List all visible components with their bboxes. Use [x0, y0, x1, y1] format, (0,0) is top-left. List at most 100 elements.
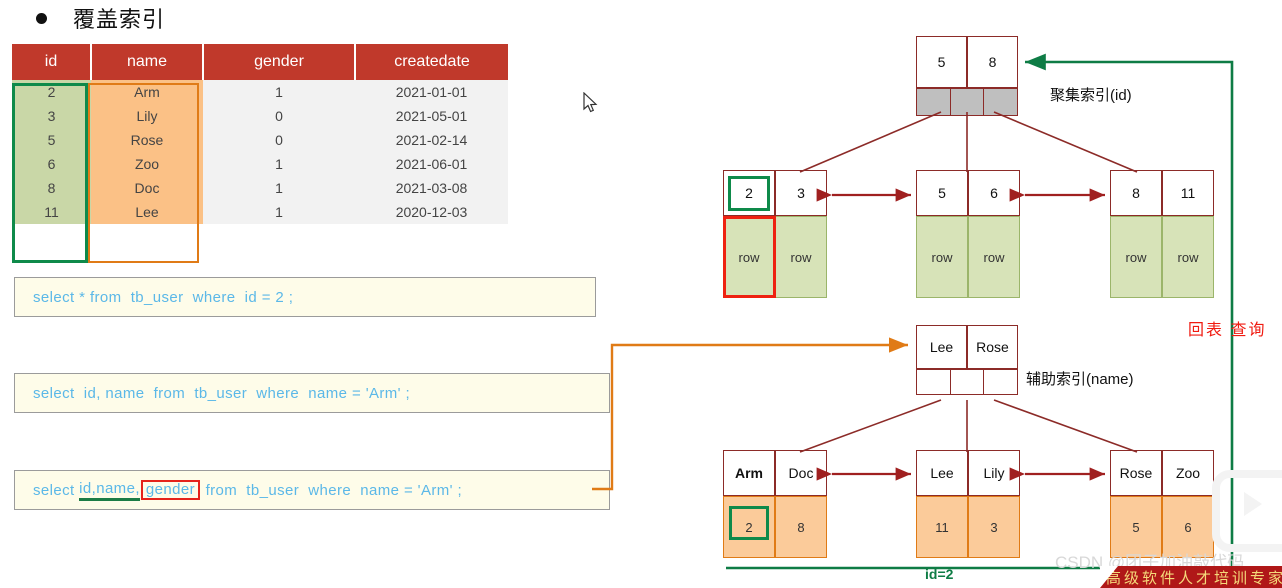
sql-text-3-boxed-gender: gender — [140, 480, 200, 500]
cell-id: 6 — [12, 152, 91, 176]
secondary-leaf-pk: 3 — [968, 496, 1020, 558]
table-row: 2 Arm 1 2021-01-01 — [12, 80, 508, 104]
column-header-id: id — [12, 44, 92, 80]
cell-name: Lee — [91, 200, 203, 224]
banner-notch — [1100, 566, 1118, 588]
clustered-leaf-node-3: 8 11 row row — [1110, 170, 1214, 298]
cell-createdate: 2021-03-08 — [355, 176, 508, 200]
edge-secondary-root-to-leaf1 — [799, 399, 942, 453]
clustered-leaf-key: 6 — [968, 170, 1020, 216]
table-row: 11 Lee 1 2020-12-03 — [12, 200, 508, 224]
edge-clustered-root-to-leaf1 — [799, 111, 942, 173]
cell-id: 11 — [12, 200, 91, 224]
sql-text-3-suffix: from tb_user where name = 'Arm' ; — [201, 481, 463, 499]
clustered-leaf-key: 5 — [916, 170, 968, 216]
clustered-leaf-key: 11 — [1162, 170, 1214, 216]
sql-statement-1: select * from tb_user where id = 2 ; — [14, 277, 596, 317]
secondary-leaf-key: Doc — [775, 450, 827, 496]
table-row: 8 Doc 1 2021-03-08 — [12, 176, 508, 200]
sql-text-2: select id, name from tb_user where name … — [33, 384, 411, 402]
banner-text: 高级软件人才培训专家 — [1106, 570, 1282, 587]
secondary-leaf-key: Zoo — [1162, 450, 1214, 496]
highlight-clustered-row-2 — [723, 216, 776, 298]
clustered-root-key: 8 — [967, 36, 1018, 88]
cell-id: 8 — [12, 176, 91, 200]
sql-statement-2: select id, name from tb_user where name … — [14, 373, 610, 413]
clustered-leaf-row: row — [775, 216, 827, 298]
sql-text-3-underlined: id,name, — [79, 480, 140, 501]
table-row: 6 Zoo 1 2021-06-01 — [12, 152, 508, 176]
cell-name: Doc — [91, 176, 203, 200]
cell-gender: 0 — [203, 104, 355, 128]
clustered-root-pointer — [984, 89, 1018, 115]
cell-createdate: 2021-02-14 — [355, 128, 508, 152]
secondary-root-key: Lee — [916, 325, 967, 369]
sql-statement-3: select id,name, gender from tb_user where… — [14, 470, 610, 510]
secondary-root-pointer — [951, 370, 985, 394]
secondary-leaf-node-3: Rose Zoo 5 6 — [1110, 450, 1214, 558]
clustered-leaf-row: row — [1110, 216, 1162, 298]
table-header-row: id name gender createdate — [12, 44, 508, 80]
secondary-root-pointer — [917, 370, 951, 394]
secondary-leaf-key: Arm — [723, 450, 775, 496]
cell-gender: 1 — [203, 152, 355, 176]
clustered-leaf-row: row — [968, 216, 1020, 298]
cell-name: Arm — [91, 80, 203, 104]
cell-name: Lily — [91, 104, 203, 128]
clustered-root-key: 5 — [916, 36, 967, 88]
cell-id: 5 — [12, 128, 91, 152]
clustered-index-label: 聚集索引(id) — [1050, 87, 1132, 104]
clustered-leaf-key: 8 — [1110, 170, 1162, 216]
cell-name: Zoo — [91, 152, 203, 176]
clustered-root-node: 5 8 — [916, 36, 1018, 116]
secondary-index-label: 辅助索引(name) — [1026, 371, 1134, 388]
column-header-createdate: createdate — [355, 44, 508, 80]
cell-id: 3 — [12, 104, 91, 128]
id-equals-label: id=2 — [925, 566, 954, 582]
lookup-query-label: 回表 查询 — [1188, 322, 1267, 339]
table-row: 5 Rose 0 2021-02-14 — [12, 128, 508, 152]
clustered-root-pointer — [917, 89, 951, 115]
sql-text-1: select * from tb_user where id = 2 ; — [33, 288, 294, 306]
edge-secondary-root-to-leaf3 — [993, 399, 1138, 453]
clustered-leaf-row: row — [916, 216, 968, 298]
secondary-leaf-key: Lee — [916, 450, 968, 496]
column-header-name: name — [91, 44, 204, 80]
play-button-watermark-icon — [1212, 470, 1282, 552]
secondary-leaf-node-1: Arm Doc 2 8 — [723, 450, 827, 558]
clustered-root-pointer — [950, 89, 985, 115]
cell-gender: 1 — [203, 176, 355, 200]
mouse-cursor-icon — [583, 92, 598, 113]
cell-createdate: 2021-06-01 — [355, 152, 508, 176]
cell-gender: 1 — [203, 200, 355, 224]
secondary-leaf-key: Rose — [1110, 450, 1162, 496]
slide-title: 覆盖索引 — [36, 2, 165, 34]
cell-id: 2 — [12, 80, 91, 104]
cell-gender: 0 — [203, 128, 355, 152]
secondary-leaf-node-2: Lee Lily 11 3 — [916, 450, 1020, 558]
cell-createdate: 2021-05-01 — [355, 104, 508, 128]
table-row: 3 Lily 0 2021-05-01 — [12, 104, 508, 128]
bullet-icon — [36, 12, 47, 24]
secondary-root-node: Lee Rose — [916, 325, 1018, 395]
cell-createdate: 2021-01-01 — [355, 80, 508, 104]
clustered-leaf-key: 3 — [775, 170, 827, 216]
clustered-leaf-row: row — [1162, 216, 1214, 298]
column-header-gender: gender — [203, 44, 356, 80]
highlight-clustered-key-2 — [728, 176, 770, 211]
page-title: 覆盖索引 — [73, 7, 166, 32]
edge-clustered-root-to-leaf3 — [993, 111, 1138, 173]
bottom-banner: 高级软件人才培训专家 — [1100, 566, 1282, 588]
secondary-leaf-key: Lily — [968, 450, 1020, 496]
secondary-leaf-pk: 8 — [775, 496, 827, 558]
highlight-secondary-pk-2 — [729, 506, 769, 540]
secondary-root-pointer — [984, 370, 1017, 394]
cell-createdate: 2020-12-03 — [355, 200, 508, 224]
secondary-leaf-pk: 11 — [916, 496, 968, 558]
cell-name: Rose — [91, 128, 203, 152]
slide-canvas: 覆盖索引 id name gender createdate 2 Arm 1 2… — [0, 0, 1282, 588]
secondary-root-key: Rose — [967, 325, 1018, 369]
clustered-leaf-node-2: 5 6 row row — [916, 170, 1020, 298]
tb-user-table: id name gender createdate 2 Arm 1 2021-0… — [12, 44, 508, 224]
sql-text-3-prefix: select — [33, 481, 80, 499]
